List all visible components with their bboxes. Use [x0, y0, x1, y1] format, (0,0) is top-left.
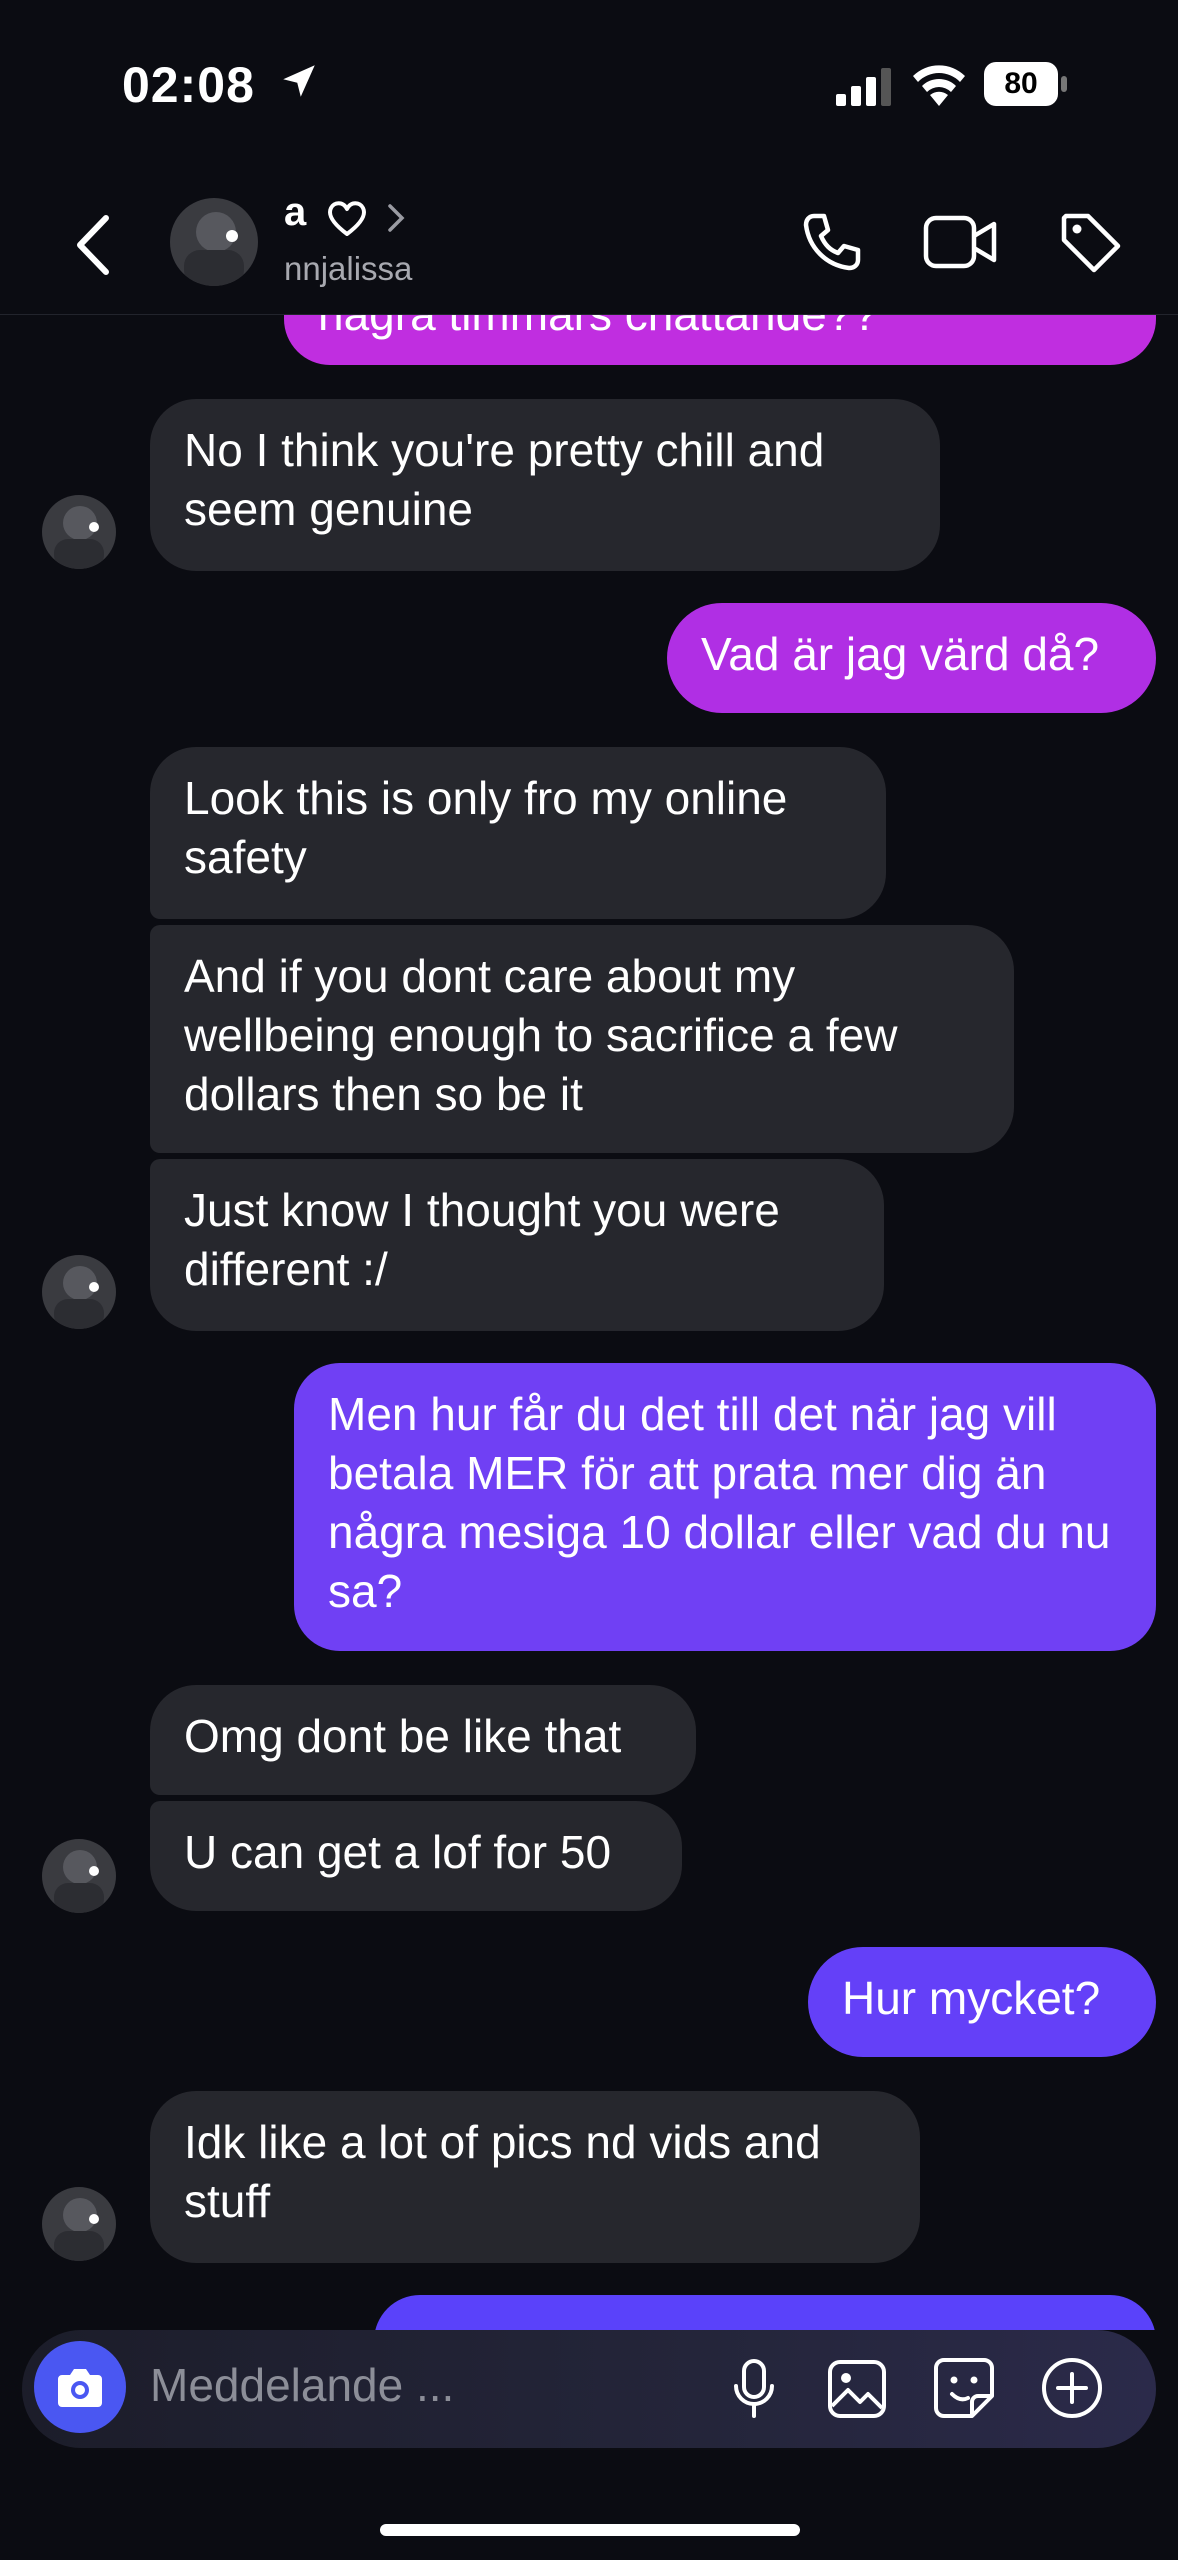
sender-avatar[interactable]: [42, 1839, 116, 1913]
battery-level: 80: [1004, 67, 1038, 100]
message-bubble-incoming[interactable]: U can get a lof for 50: [150, 1801, 682, 1911]
tag-icon[interactable]: [1058, 210, 1124, 276]
message-bubble-outgoing[interactable]: några timmars chattande??: [284, 315, 1156, 365]
contact-avatar[interactable]: [170, 198, 258, 286]
image-icon[interactable]: [826, 2358, 888, 2420]
sender-avatar[interactable]: [42, 495, 116, 569]
message-bubble-outgoing[interactable]: Hur mycket?: [808, 1947, 1156, 2057]
battery-icon: 80: [984, 62, 1068, 106]
phone-icon[interactable]: [800, 210, 864, 274]
video-icon[interactable]: [922, 212, 998, 272]
message-bubble-incoming[interactable]: And if you dont care about my wellbeing …: [150, 925, 1014, 1153]
camera-icon: [58, 2369, 102, 2407]
sender-avatar[interactable]: [42, 1255, 116, 1329]
message-list[interactable]: några timmars chattande?? No I think you…: [0, 315, 1178, 2330]
message-bubble-outgoing[interactable]: Men hur får du det till det när jag vill…: [294, 1363, 1156, 1651]
message-bubble-incoming[interactable]: Look this is only fro my online safety: [150, 747, 886, 919]
plus-icon[interactable]: [1040, 2356, 1104, 2420]
signal-icon: [836, 68, 891, 106]
sticker-icon[interactable]: [932, 2356, 996, 2420]
microphone-icon[interactable]: [728, 2358, 780, 2420]
contact-username: nnjalissa: [284, 250, 413, 287]
camera-button[interactable]: [34, 2341, 126, 2433]
message-bubble-incoming[interactable]: Omg dont be like that: [150, 1685, 696, 1795]
wifi-icon: [913, 65, 965, 106]
message-input[interactable]: Meddelande ...: [150, 2358, 454, 2412]
message-bubble-outgoing-partial[interactable]: [374, 2295, 1156, 2330]
sender-avatar[interactable]: [42, 2187, 116, 2261]
back-chevron-icon[interactable]: [72, 212, 116, 278]
status-time: 02:08: [122, 57, 255, 113]
home-indicator[interactable]: [380, 2524, 800, 2536]
message-bubble-incoming[interactable]: No I think you're pretty chill and seem …: [150, 399, 940, 571]
location-arrow-icon: [283, 65, 315, 97]
message-bubble-incoming[interactable]: Just know I thought you were different :…: [150, 1159, 884, 1331]
message-bubble-outgoing[interactable]: Vad är jag värd då?: [667, 603, 1156, 713]
message-bubble-incoming[interactable]: Idk like a lot of pics nd vids and stuff: [150, 2091, 920, 2263]
heart-icon: [327, 201, 367, 236]
chevron-right-icon[interactable]: [386, 202, 406, 234]
contact-name[interactable]: a: [284, 190, 306, 235]
